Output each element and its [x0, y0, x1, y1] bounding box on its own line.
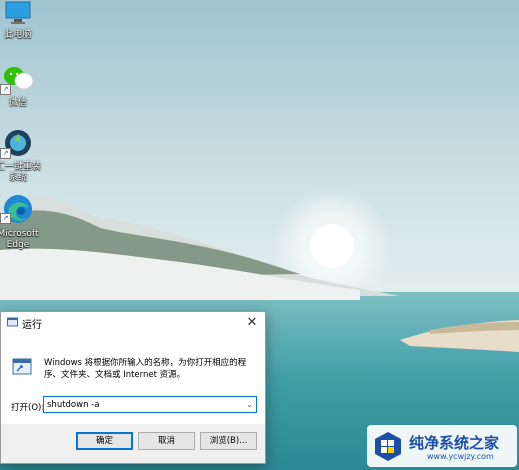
open-label: 打开(O):: [11, 403, 45, 413]
desktop-icon-this-pc[interactable]: 此电脑: [0, 0, 40, 41]
desktop-icon-reinstall-tool[interactable]: ↗ 汇一键重装 系统: [0, 128, 42, 184]
watermark-badge: 纯净系统之家 www.ycwjzy.com: [367, 425, 517, 467]
desktop-icon-label-line-2: 系统: [8, 173, 27, 183]
desktop-icon-label: 微信: [8, 98, 27, 108]
command-input[interactable]: [47, 398, 237, 411]
run-dialog: 运行 ✕ Windows 将根据你所输入的名称，为你打开相应的程序、文件夹、文档…: [0, 311, 266, 464]
desktop-icon-label-line-1: 汇一键重装: [0, 162, 42, 172]
cancel-button[interactable]: 取消: [138, 432, 195, 450]
windows-logo-icon: [375, 432, 401, 461]
shortcut-arrow-icon: ↗: [0, 213, 11, 224]
desktop-icon-label-line-2: Edge: [6, 240, 30, 250]
ok-button[interactable]: 确定: [76, 432, 133, 450]
run-program-icon: [12, 358, 32, 375]
watermark-url: www.ycwjzy.com: [427, 452, 494, 461]
dialog-description: Windows 将根据你所输入的名称，为你打开相应的程序、文件夹、文档或 Int…: [44, 358, 247, 380]
dialog-titlebar[interactable]: 运行 ✕: [1, 312, 265, 334]
desktop-icon-label: 此电脑: [4, 30, 32, 40]
command-combobox[interactable]: ⌄: [43, 396, 257, 413]
dialog-title: 运行: [22, 320, 42, 331]
desktop-icon-wechat[interactable]: ↗ 微信: [0, 64, 40, 109]
run-app-icon: [7, 317, 18, 327]
close-button[interactable]: ✕: [239, 312, 265, 334]
dialog-body: Windows 将根据你所输入的名称，为你打开相应的程序、文件夹、文档或 Int…: [1, 334, 265, 424]
browse-button[interactable]: 浏览(B)...: [200, 432, 257, 450]
desktop-icon-label-line-1: Microsoft: [0, 229, 39, 239]
shortcut-arrow-icon: ↗: [0, 148, 11, 159]
desktop-icon-edge[interactable]: ↗ Microsoft Edge: [0, 193, 40, 251]
this-pc-icon: [5, 1, 31, 24]
watermark-title: 纯净系统之家: [409, 434, 500, 452]
shortcut-arrow-icon: ↗: [0, 84, 11, 95]
chevron-down-icon[interactable]: ⌄: [246, 397, 253, 412]
